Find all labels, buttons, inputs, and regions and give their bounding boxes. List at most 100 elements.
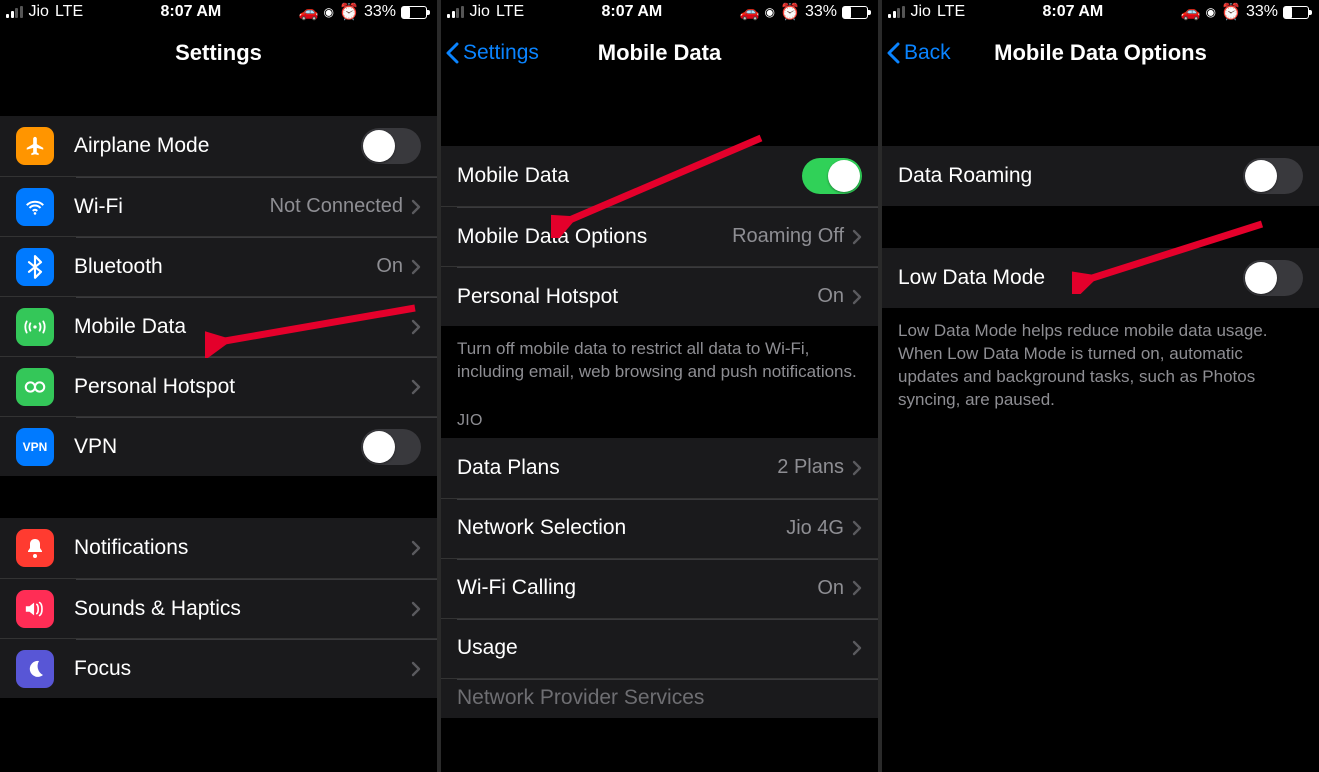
car-icon: 🚗 <box>740 2 760 22</box>
alarm-icon: ⏰ <box>780 2 800 22</box>
vpn-toggle[interactable] <box>361 429 421 465</box>
airplane-toggle[interactable] <box>361 128 421 164</box>
row-mobile-data[interactable]: Mobile Data <box>0 296 437 356</box>
carrier: Jio <box>29 3 49 21</box>
row-label: Airplane Mode <box>74 134 361 158</box>
row-label: Low Data Mode <box>898 266 1243 290</box>
bluetooth-icon <box>16 248 54 286</box>
navbar: Settings Mobile Data <box>441 24 878 82</box>
chevron-right-icon <box>852 640 862 656</box>
row-detail: On <box>817 577 844 600</box>
row-label: Network Provider Services <box>457 686 862 710</box>
row-label: Personal Hotspot <box>457 285 817 309</box>
section-header: JIO <box>441 384 878 438</box>
settings-section-1: Airplane Mode Wi-Fi Not Connected Blueto… <box>0 116 437 476</box>
notifications-icon <box>16 529 54 567</box>
row-label: Notifications <box>74 536 411 560</box>
row-label: Wi-Fi <box>74 195 270 219</box>
chevron-right-icon <box>852 460 862 476</box>
network-type: LTE <box>937 3 965 21</box>
mobile-data-section-1: Mobile Data Mobile Data Options Roaming … <box>441 146 878 326</box>
chevron-right-icon <box>852 580 862 596</box>
battery-pct: 33% <box>805 3 837 21</box>
row-label: Focus <box>74 657 411 681</box>
signal-icon <box>6 6 23 18</box>
settings-section-2: Notifications Sounds & Haptics Focus <box>0 518 437 698</box>
page-title: Mobile Data Options <box>994 40 1207 66</box>
row-network-selection[interactable]: Network Selection Jio 4G <box>441 498 878 558</box>
row-network-provider[interactable]: Network Provider Services <box>441 678 878 718</box>
row-low-data-mode[interactable]: Low Data Mode <box>882 248 1319 308</box>
chevron-right-icon <box>411 319 421 335</box>
row-vpn[interactable]: VPN VPN <box>0 416 437 476</box>
focus-icon <box>16 650 54 688</box>
navbar: Back Mobile Data Options <box>882 24 1319 82</box>
row-bluetooth[interactable]: Bluetooth On <box>0 236 437 296</box>
row-label: Data Plans <box>457 456 777 480</box>
row-wifi-calling[interactable]: Wi-Fi Calling On <box>441 558 878 618</box>
hotspot-icon <box>16 368 54 406</box>
back-button[interactable]: Settings <box>445 41 539 65</box>
mobile-data-toggle[interactable] <box>802 158 862 194</box>
page-title: Mobile Data <box>598 40 721 66</box>
battery-pct: 33% <box>1246 3 1278 21</box>
car-icon: 🚗 <box>1181 2 1201 22</box>
row-focus[interactable]: Focus <box>0 638 437 698</box>
row-detail: On <box>817 285 844 308</box>
chevron-left-icon <box>445 41 459 65</box>
row-label: Mobile Data <box>74 315 411 339</box>
row-data-roaming[interactable]: Data Roaming <box>882 146 1319 206</box>
alarm-icon: ⏰ <box>339 2 359 22</box>
low-data-toggle[interactable] <box>1243 260 1303 296</box>
statusbar: Jio LTE 8:07 AM 🚗 ◉ ⏰ 33% <box>882 0 1319 24</box>
row-notifications[interactable]: Notifications <box>0 518 437 578</box>
network-type: LTE <box>496 3 524 21</box>
row-usage[interactable]: Usage <box>441 618 878 678</box>
row-detail: Jio 4G <box>786 517 844 540</box>
row-hotspot[interactable]: Personal Hotspot <box>0 356 437 416</box>
wifi-icon <box>16 188 54 226</box>
row-personal-hotspot[interactable]: Personal Hotspot On <box>441 266 878 326</box>
clock: 8:07 AM <box>160 3 221 21</box>
vpn-icon: VPN <box>16 428 54 466</box>
battery-icon <box>1283 6 1309 19</box>
row-wifi[interactable]: Wi-Fi Not Connected <box>0 176 437 236</box>
chevron-right-icon <box>411 540 421 556</box>
row-detail: On <box>376 255 403 278</box>
row-mobile-data-toggle[interactable]: Mobile Data <box>441 146 878 206</box>
back-label: Back <box>904 41 951 65</box>
airplane-icon <box>16 127 54 165</box>
data-roaming-toggle[interactable] <box>1243 158 1303 194</box>
statusbar: Jio LTE 8:07 AM 🚗 ◉ ⏰ 33% <box>0 0 437 24</box>
chevron-right-icon <box>411 379 421 395</box>
row-label: Data Roaming <box>898 164 1243 188</box>
carrier: Jio <box>911 3 931 21</box>
location-icon: ◉ <box>324 5 334 19</box>
network-type: LTE <box>55 3 83 21</box>
chevron-right-icon <box>411 259 421 275</box>
screen-mobile-data-options: Jio LTE 8:07 AM 🚗 ◉ ⏰ 33% Back Mobile Da… <box>882 0 1319 772</box>
row-sounds[interactable]: Sounds & Haptics <box>0 578 437 638</box>
alarm-icon: ⏰ <box>1221 2 1241 22</box>
row-mobile-data-options[interactable]: Mobile Data Options Roaming Off <box>441 206 878 266</box>
battery-icon <box>401 6 427 19</box>
statusbar: Jio LTE 8:07 AM 🚗 ◉ ⏰ 33% <box>441 0 878 24</box>
row-label: Bluetooth <box>74 255 376 279</box>
location-icon: ◉ <box>1206 5 1216 19</box>
signal-icon <box>447 6 464 18</box>
row-airplane[interactable]: Airplane Mode <box>0 116 437 176</box>
row-label: Wi-Fi Calling <box>457 576 817 600</box>
row-data-plans[interactable]: Data Plans 2 Plans <box>441 438 878 498</box>
clock: 8:07 AM <box>1042 3 1103 21</box>
car-icon: 🚗 <box>299 2 319 22</box>
row-label: Usage <box>457 636 852 660</box>
row-detail: Not Connected <box>270 195 403 218</box>
sounds-icon <box>16 590 54 628</box>
back-button[interactable]: Back <box>886 41 951 65</box>
mobile-data-section-2: Data Plans 2 Plans Network Selection Jio… <box>441 438 878 718</box>
carrier: Jio <box>470 3 490 21</box>
back-label: Settings <box>463 41 539 65</box>
chevron-right-icon <box>852 289 862 305</box>
chevron-right-icon <box>852 229 862 245</box>
row-label: Network Selection <box>457 516 786 540</box>
